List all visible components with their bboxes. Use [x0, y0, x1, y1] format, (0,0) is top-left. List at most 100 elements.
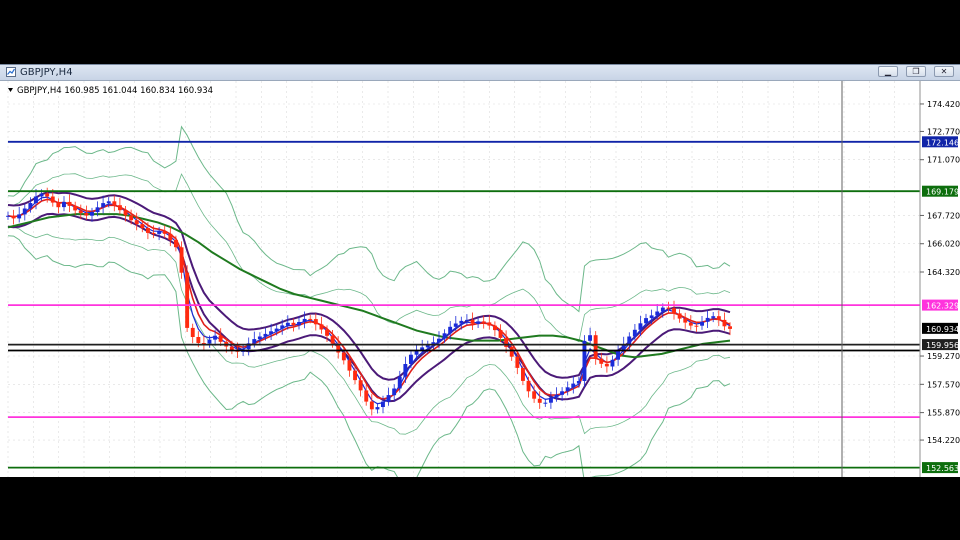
candle-body [610, 359, 615, 367]
candle-body [470, 319, 475, 324]
candle-body [582, 340, 587, 381]
price-label-text: 159.956 [926, 341, 959, 350]
candle-body [151, 232, 156, 234]
candle-body [588, 335, 592, 341]
candle-body [84, 213, 89, 216]
candle-body [442, 333, 447, 339]
restore-button[interactable]: ❐ [906, 66, 926, 77]
candle-body [705, 317, 710, 322]
candle-body [274, 328, 279, 332]
candle-body [543, 402, 548, 404]
price-chart[interactable]: 174.420 172.770 171.070 167.720 166.020 164.3… [0, 81, 960, 477]
candle-body [521, 368, 525, 381]
price-label-text: 152.563 [926, 464, 959, 473]
candle-body [476, 321, 481, 324]
candle-body [593, 335, 598, 359]
candle-body [146, 228, 150, 233]
chart-window: GBPJPY,H4 ▁ ❐ ✕ 174.420 172.770 171.070 167… [0, 64, 960, 477]
candle-body [56, 202, 61, 208]
candle-body [50, 196, 55, 203]
candle-body [666, 307, 671, 309]
candle-body [437, 338, 441, 343]
candle-body [73, 205, 78, 211]
axis-tick-label: 172.770 [927, 127, 960, 136]
candle-body [213, 335, 217, 340]
candle-body [190, 327, 195, 337]
candle-body [140, 224, 145, 228]
candle-body [95, 207, 100, 213]
chart-window-icon [6, 67, 16, 77]
candle-body [347, 360, 352, 371]
candle-body [62, 201, 66, 208]
candle-body [397, 376, 402, 389]
close-button[interactable]: ✕ [934, 66, 954, 77]
candle-body [34, 196, 38, 203]
candle-body [263, 333, 268, 337]
candle-body [330, 335, 335, 344]
candle-body [174, 239, 178, 248]
candle-body [560, 391, 564, 395]
candle-body [325, 329, 329, 336]
axis-tick-label: 159.270 [927, 352, 960, 361]
candle-body [308, 318, 313, 320]
candle-body [229, 346, 234, 350]
symbol-ohlc-info: GBPJPY,H4 160.985 161.044 160.834 160.93… [17, 86, 213, 96]
candle-body [571, 383, 576, 388]
candle-body [101, 203, 106, 208]
price-label-text: 172.146 [926, 138, 959, 147]
candle-body [375, 407, 380, 410]
price-label-text: 162.329 [926, 302, 959, 311]
candle-body [257, 336, 262, 340]
candle-body [67, 201, 72, 206]
candle-body [493, 325, 497, 331]
candle-body [728, 326, 732, 329]
candle-body [218, 335, 223, 342]
candle-body [196, 337, 201, 343]
candle-body [554, 394, 559, 398]
candle-body [285, 322, 290, 326]
candle-body [392, 388, 397, 396]
candle-body [660, 307, 665, 312]
candle-body [129, 215, 134, 221]
candle-body [313, 319, 318, 325]
candle-body [381, 401, 385, 407]
axis-tick-label: 154.220 [927, 436, 960, 445]
candle-body [364, 390, 369, 402]
axis-tick-label: 164.320 [927, 268, 960, 277]
minimize-button[interactable]: ▁ [878, 66, 898, 77]
restore-icon: ❐ [912, 67, 920, 76]
candle-body [459, 320, 464, 324]
candle-body [655, 311, 660, 316]
candle-body [118, 205, 122, 211]
candle-body [700, 321, 704, 326]
candle-body [599, 358, 604, 364]
window-titlebar[interactable]: GBPJPY,H4 ▁ ❐ ✕ [0, 65, 960, 81]
candle-body [576, 381, 581, 384]
candle-body [509, 346, 514, 357]
candle-body [409, 354, 413, 364]
candle-body [297, 322, 301, 326]
candle-body [616, 351, 620, 360]
axis-tick-label: 157.570 [927, 380, 960, 389]
candle-body [90, 212, 94, 216]
candle-body [565, 387, 570, 392]
candle-body [269, 331, 273, 334]
candle-body [688, 322, 693, 326]
axis-tick-label: 171.070 [927, 156, 960, 165]
candle-body [677, 313, 682, 319]
candle-body [716, 316, 721, 320]
price-label-text: 169.179 [926, 188, 959, 197]
candle-body [45, 193, 50, 197]
candle-body [386, 395, 391, 402]
candle-body [207, 339, 212, 344]
axis-tick-label: 167.720 [927, 211, 960, 220]
candle-body [179, 247, 184, 273]
candle-body [22, 208, 27, 215]
candle-body [549, 397, 553, 403]
candle-body [162, 231, 167, 234]
candle-body [39, 193, 44, 197]
candle-body [465, 319, 469, 321]
candle-body [515, 356, 520, 368]
candle-body [185, 272, 190, 328]
candle-body [17, 214, 22, 219]
